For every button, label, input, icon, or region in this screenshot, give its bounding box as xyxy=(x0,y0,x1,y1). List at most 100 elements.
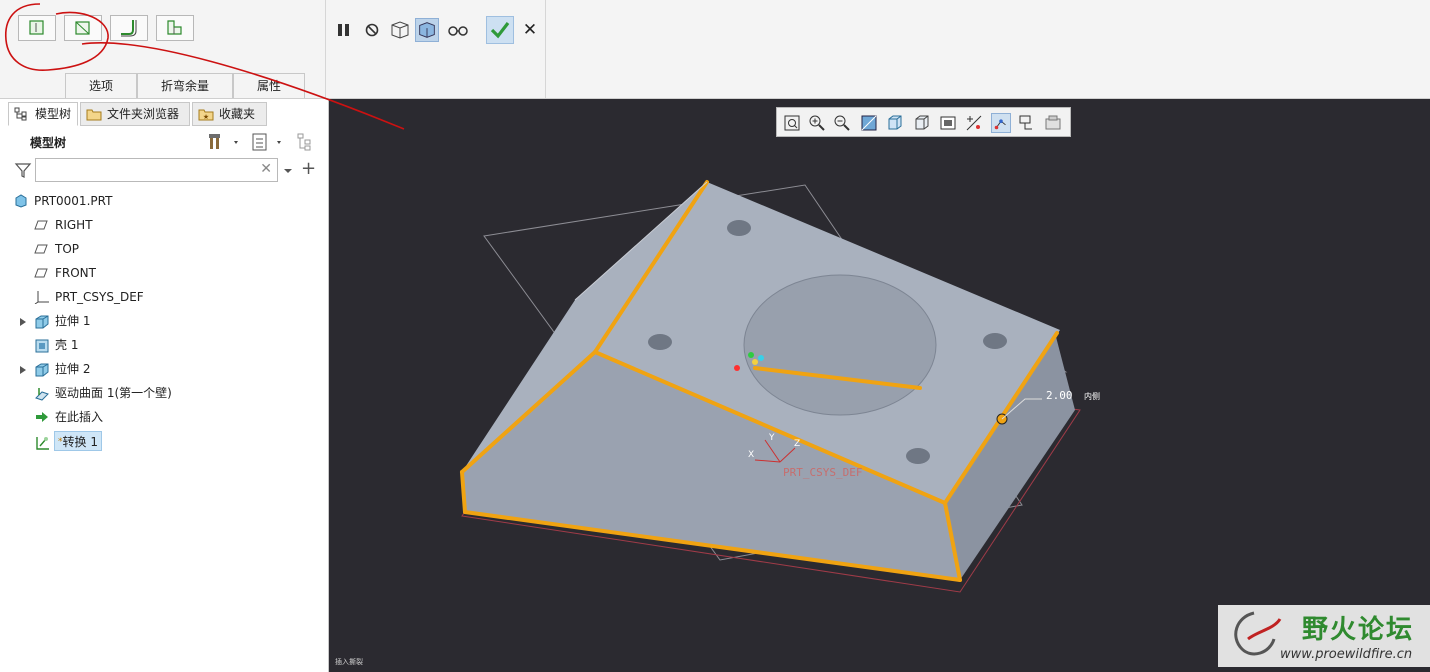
appearance-icon[interactable] xyxy=(1043,113,1063,133)
axis-y-label: Y xyxy=(769,433,775,443)
display-style-icon[interactable] xyxy=(885,113,905,133)
tab-folder-browser[interactable]: 文件夹浏览器 xyxy=(80,102,190,126)
model-tree-icon xyxy=(14,107,27,121)
dragger-red xyxy=(734,365,740,371)
settings-menu-button[interactable] xyxy=(207,132,245,152)
tree-item-top[interactable]: TOP xyxy=(0,238,320,260)
model-small-hole xyxy=(906,448,930,464)
csys-icon xyxy=(34,291,49,304)
show-menu-button[interactable] xyxy=(251,132,289,152)
tab-favorites[interactable]: ★ 收藏夹 xyxy=(192,102,267,126)
tree-item-insert-here[interactable]: 在此插入 xyxy=(0,406,320,428)
watermark: 野火论坛 www.proewildfire.cn xyxy=(1218,605,1430,667)
verify-icon xyxy=(419,22,435,38)
ok-button[interactable] xyxy=(486,16,514,44)
tree-filter-icon xyxy=(297,133,311,151)
glasses-button[interactable] xyxy=(446,18,470,42)
tree-item-label: RIGHT xyxy=(55,218,93,232)
cancel-button[interactable]: ✕ xyxy=(518,18,542,42)
extrude-icon xyxy=(35,315,49,329)
graphics-viewport[interactable]: 2.00 内侧 PRT_CSYS_DEF X Y Z 插入撕裂 xyxy=(329,99,1430,672)
tree-item-csys[interactable]: PRT_CSYS_DEF xyxy=(0,286,320,308)
annotation-display-icon[interactable] xyxy=(1017,113,1037,133)
axis-x-label: X xyxy=(748,450,755,460)
tab-model-tree-label: 模型树 xyxy=(35,107,72,121)
tree-filter-button[interactable] xyxy=(296,132,318,152)
zoom-out-icon[interactable] xyxy=(832,113,852,133)
tree-item-extrude-2[interactable]: 拉伸 2 xyxy=(0,358,320,380)
datum-plane-icon xyxy=(34,268,48,278)
folder-icon xyxy=(86,109,102,121)
tree-item-shell-1[interactable]: 壳 1 xyxy=(0,334,320,356)
tree-item-label: 拉伸 1 xyxy=(55,314,91,328)
panel-title: 模型树 xyxy=(30,136,67,150)
pause-button[interactable] xyxy=(332,18,356,42)
search-options-dropdown[interactable] xyxy=(283,165,293,175)
no-preview-icon xyxy=(365,23,379,37)
datum-display-icon[interactable] xyxy=(964,113,984,133)
ribbon-divider xyxy=(545,0,546,98)
bend-wall-icon xyxy=(121,20,137,37)
search-input[interactable]: ✕ xyxy=(35,158,278,182)
unbend-wall-button[interactable] xyxy=(156,15,194,41)
list-icon xyxy=(252,133,281,151)
model-small-hole xyxy=(727,220,751,236)
filter-button[interactable] xyxy=(14,161,32,179)
zoom-in-icon[interactable] xyxy=(807,113,827,133)
ribbon: 选项 折弯余量 属性 ✕ xyxy=(0,0,1430,99)
dragger-green xyxy=(748,352,754,358)
model-hole xyxy=(743,274,937,416)
tab-favorites-label: 收藏夹 xyxy=(219,107,256,121)
tree-item-label: 在此插入 xyxy=(55,410,104,424)
unbend-wall-icon xyxy=(167,20,182,35)
add-icon[interactable]: + xyxy=(301,160,317,178)
bend-wall-button[interactable] xyxy=(110,15,148,41)
tools-icon xyxy=(209,134,238,149)
tree-item-front[interactable]: FRONT xyxy=(0,262,320,284)
tree-item-label: TOP xyxy=(55,242,80,256)
status-text: 插入撕裂 xyxy=(335,658,363,666)
tab-options[interactable]: 选项 xyxy=(65,73,137,98)
tree-item-right[interactable]: RIGHT xyxy=(0,214,320,236)
repaint-icon[interactable] xyxy=(859,113,879,133)
tree-item-driving-surface[interactable]: 驱动曲面 1(第一个壁) xyxy=(0,382,320,404)
tree-item-label: 驱动曲面 1(第一个壁) xyxy=(55,386,172,400)
tab-bend-allowance[interactable]: 折弯余量 xyxy=(137,73,233,98)
tree-item-extrude-1[interactable]: 拉伸 1 xyxy=(0,310,320,332)
watermark-url: www.proewildfire.cn xyxy=(1280,647,1413,662)
model-tree-panel: 模型树 文件夹浏览器 ★ 收藏夹 模型树 ✕ + PRT0001.PRT RIG… xyxy=(0,99,329,672)
tree-item-label-selected: *转换 1 xyxy=(54,431,102,451)
tab-folder-browser-label: 文件夹浏览器 xyxy=(107,107,180,121)
tree-item-label: PRT0001.PRT xyxy=(34,194,113,208)
svg-text:★: ★ xyxy=(203,113,209,121)
tree-item-root[interactable]: PRT0001.PRT xyxy=(0,190,320,212)
dimension-suffix[interactable]: 内侧 xyxy=(1084,391,1100,402)
glasses-icon xyxy=(448,26,468,36)
flange-wall-button[interactable] xyxy=(64,15,102,41)
model-small-hole xyxy=(648,334,672,350)
refit-icon[interactable] xyxy=(782,113,802,133)
dragger-cyan xyxy=(758,355,764,361)
view-manager-icon[interactable] xyxy=(938,113,958,133)
tab-properties[interactable]: 属性 xyxy=(233,73,305,98)
spin-center-icon[interactable] xyxy=(991,113,1011,133)
dragger-center xyxy=(752,359,758,365)
no-preview-button[interactable] xyxy=(360,18,384,42)
datum-plane-icon xyxy=(34,244,48,254)
saved-views-icon[interactable] xyxy=(912,113,932,133)
dimension-value[interactable]: 2.00 xyxy=(1046,389,1073,402)
tree-item-label: 壳 1 xyxy=(55,338,79,352)
clear-search-icon[interactable]: ✕ xyxy=(260,161,272,177)
preview-button[interactable] xyxy=(388,18,412,42)
tree-item-label: 转换 1 xyxy=(62,435,98,449)
watermark-title: 野火论坛 xyxy=(1302,615,1415,645)
tree-item-convert-1[interactable]: *转换 1 xyxy=(0,430,320,452)
expand-arrow-icon[interactable] xyxy=(19,365,27,375)
flat-wall-button[interactable] xyxy=(18,15,56,41)
tab-model-tree[interactable]: 模型树 xyxy=(8,102,78,126)
datum-plane-icon xyxy=(34,220,48,230)
verify-button[interactable] xyxy=(415,18,439,42)
model-canvas[interactable] xyxy=(329,99,1430,672)
expand-arrow-icon[interactable] xyxy=(19,317,27,327)
axis-z-label: Z xyxy=(794,439,801,449)
